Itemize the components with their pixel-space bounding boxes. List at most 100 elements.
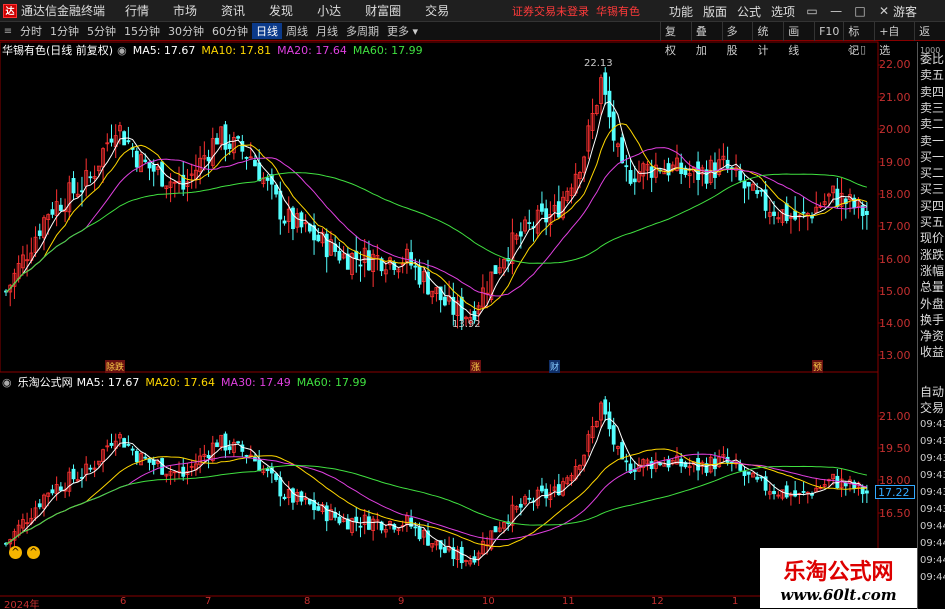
back-button[interactable]: 返回 <box>914 22 945 57</box>
main-candle <box>721 155 726 161</box>
menu-icon[interactable]: ≡ <box>0 26 16 37</box>
sub-candle <box>240 444 245 452</box>
sub-candle <box>139 453 143 466</box>
main-candle <box>126 140 131 143</box>
sub-candle <box>37 503 42 508</box>
main-candle <box>565 190 570 201</box>
main-candle <box>105 142 110 145</box>
menu-quotes[interactable]: 行情 <box>113 2 161 19</box>
sub-candle <box>455 549 460 560</box>
guest-label[interactable]: 游客 <box>893 3 917 20</box>
login-warning[interactable]: 证券交易未登录 华锡有色 <box>512 3 640 19</box>
main-candle <box>210 138 215 166</box>
rc-label: 买二 <box>920 166 945 181</box>
sub-candle <box>518 503 523 508</box>
period-1min[interactable]: 1分钟 <box>46 23 83 39</box>
menu-xiaoda[interactable]: 小达 <box>305 2 353 19</box>
sub-candle <box>265 468 270 472</box>
main-candle <box>84 170 89 187</box>
main-candle <box>620 137 625 164</box>
main-candle <box>628 169 633 184</box>
period-multi[interactable]: 多周期 <box>342 23 383 39</box>
sub-candle <box>780 489 785 499</box>
f10-button[interactable]: F10 <box>814 22 843 41</box>
main-candle <box>354 250 359 259</box>
y-tick: 20.00 <box>879 123 911 136</box>
main-candle <box>147 162 152 169</box>
sub-candle <box>856 482 861 489</box>
menu-options[interactable]: 选项 <box>766 3 800 20</box>
sub-candle <box>109 442 114 446</box>
panel-diamond-icon[interactable]: ◇ ▯ <box>848 43 866 56</box>
period-monthly[interactable]: 月线 <box>312 23 342 39</box>
period-30min[interactable]: 30分钟 <box>164 23 208 39</box>
multi-stock-button[interactable]: 多股 <box>721 22 753 57</box>
mark-button[interactable]: 标记 <box>843 22 874 57</box>
main-candle <box>860 205 865 216</box>
sub-candle <box>599 402 603 421</box>
main-candle <box>160 161 165 187</box>
menu-layout[interactable]: 版面 <box>698 3 732 20</box>
event-marker[interactable]: 财 <box>549 360 561 373</box>
sub-candle <box>75 479 80 482</box>
sub-candle <box>860 486 865 495</box>
sub-candle <box>231 441 236 453</box>
minimize-icon[interactable]: — <box>824 4 848 18</box>
rc-extra[interactable]: 交易 <box>920 401 945 415</box>
main-candle <box>244 156 249 159</box>
restore-icon[interactable]: ▭ <box>800 4 824 18</box>
period-more[interactable]: 更多 ▾ <box>383 23 422 39</box>
main-candle <box>531 226 536 229</box>
period-15min[interactable]: 15分钟 <box>120 23 164 39</box>
main-candle <box>303 222 308 225</box>
rc-label: 涨幅 <box>920 263 945 278</box>
rc-label: 收益 <box>920 345 945 360</box>
sub-candle <box>544 488 549 499</box>
period-5min[interactable]: 5分钟 <box>83 23 120 39</box>
y-tick: 15.00 <box>879 285 911 298</box>
period-intraday[interactable]: 分时 <box>16 23 46 39</box>
overlay-button[interactable]: 叠加 <box>690 22 722 57</box>
event-marker[interactable]: 除跌 <box>105 360 126 373</box>
sub-ma20-label: MA20: 17.64 <box>145 375 216 389</box>
sub-candle <box>827 479 831 482</box>
menu-market[interactable]: 市场 <box>161 2 209 19</box>
menu-wealth-circle[interactable]: 财富圈 <box>353 2 413 19</box>
sub-candle <box>620 442 625 460</box>
main-candle <box>417 265 422 285</box>
main-candle <box>219 126 224 145</box>
main-candle <box>8 284 13 293</box>
sub-settings-icon[interactable]: ◉ <box>2 376 12 389</box>
main-candle <box>451 296 456 315</box>
rc-time: 09:43 <box>920 436 945 447</box>
menu-formula[interactable]: 公式 <box>732 3 766 20</box>
period-60min[interactable]: 60分钟 <box>208 23 252 39</box>
draw-line-button[interactable]: 画线 <box>783 22 814 57</box>
menu-trade[interactable]: 交易 <box>413 2 461 19</box>
menu-function[interactable]: 功能 <box>664 3 698 20</box>
adjust-button[interactable]: 复权 <box>660 22 691 57</box>
main-candle <box>333 243 338 252</box>
main-settings-icon[interactable]: ◉ <box>117 44 127 57</box>
rc-extra[interactable]: 自动 <box>920 385 945 399</box>
sub-candle <box>751 472 755 478</box>
statistics-button[interactable]: 统计 <box>752 22 783 57</box>
sub-candle <box>118 434 122 439</box>
period-weekly[interactable]: 周线 <box>282 23 312 39</box>
main-candle <box>864 211 869 216</box>
main-candle <box>586 125 591 152</box>
menu-discover[interactable]: 发现 <box>257 2 305 19</box>
add-watchlist-button[interactable]: +自选 <box>874 22 914 57</box>
sub-ma30-line <box>5 453 867 545</box>
kline-chart[interactable] <box>0 0 945 609</box>
event-marker[interactable]: 预 <box>812 360 824 373</box>
event-marker[interactable]: 涨 <box>470 360 482 373</box>
sub-candle <box>721 454 726 458</box>
maximize-icon[interactable]: □ <box>848 4 872 18</box>
main-candle <box>535 209 540 234</box>
period-daily[interactable]: 日线 <box>252 23 282 39</box>
menu-news[interactable]: 资讯 <box>209 2 257 19</box>
main-candle <box>839 192 844 207</box>
sub-candle <box>556 484 561 496</box>
main-candle <box>641 163 646 177</box>
